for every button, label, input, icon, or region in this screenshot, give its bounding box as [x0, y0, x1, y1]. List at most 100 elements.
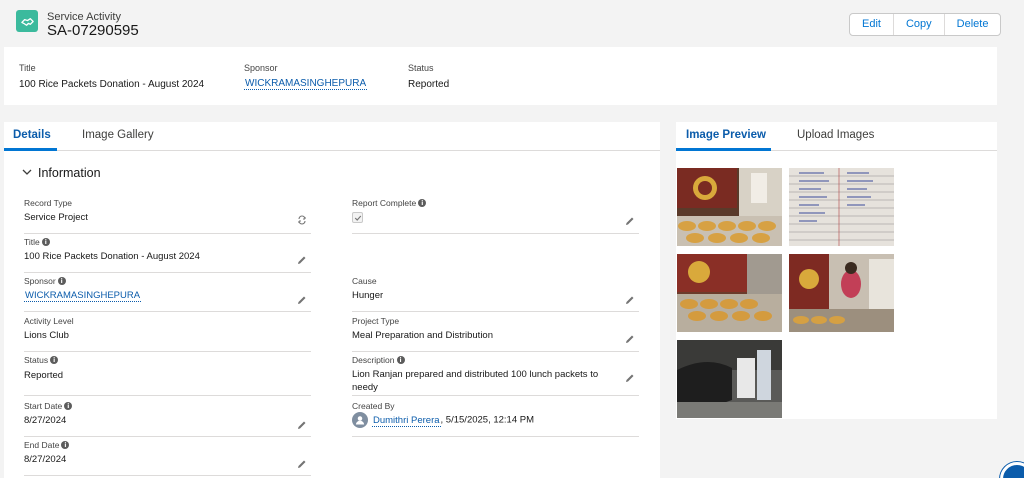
image-thumbnail[interactable]: [789, 254, 894, 332]
highlight-status-value: Reported: [408, 79, 450, 90]
pencil-icon[interactable]: [297, 253, 307, 264]
tab-upload-images[interactable]: Upload Images: [797, 129, 874, 141]
cause-value: Hunger: [352, 290, 384, 301]
handshake-icon: [16, 10, 38, 32]
highlight-sponsor-link[interactable]: WICKRAMASINGHEPURA: [244, 78, 368, 90]
status-value: Reported: [24, 370, 64, 381]
volunteers-photo-icon: [789, 254, 894, 332]
field-label: Cause: [352, 276, 377, 286]
image-thumbnail[interactable]: [677, 254, 782, 332]
record-name: SA-07290595: [47, 22, 139, 39]
pencil-icon[interactable]: [297, 293, 307, 304]
field-label: Report Complete i: [352, 198, 427, 208]
info-icon[interactable]: i: [418, 199, 427, 207]
pencil-icon[interactable]: [297, 457, 307, 468]
tab-details[interactable]: Details: [13, 129, 51, 141]
change-record-type-icon[interactable]: [297, 213, 307, 225]
field-label: Title i: [24, 237, 50, 247]
field-label: Activity Level: [24, 316, 74, 326]
sponsor-value: WICKRAMASINGHEPURA: [24, 289, 284, 302]
description-label: Description: [352, 355, 395, 365]
field-label: Created By: [352, 401, 395, 411]
image-preview-card: Image Preview Upload Images: [676, 122, 997, 419]
highlights-panel: Title 100 Rice Packets Donation - August…: [4, 47, 997, 105]
details-tabs: Details Image Gallery: [4, 122, 660, 151]
created-by-timestamp: , 5/15/2025, 12:14 PM: [440, 414, 535, 426]
report-complete-label: Report Complete: [352, 198, 417, 208]
check-icon: [354, 215, 361, 221]
highlight-status-label: Status: [408, 63, 434, 73]
field-description: Description i Lion Ranjan prepared and di…: [352, 351, 639, 396]
food-packets-photo-icon: [677, 168, 782, 246]
status-label: Status: [24, 355, 49, 365]
tab-image-gallery[interactable]: Image Gallery: [82, 129, 154, 141]
pencil-icon[interactable]: [625, 214, 635, 225]
action-button-group: Edit Copy Delete: [849, 13, 1002, 36]
food-packets-table-photo-icon: [677, 254, 782, 332]
edit-button[interactable]: Edit: [850, 14, 894, 35]
field-status: Status i Reported: [24, 351, 311, 396]
cause-label: Cause: [352, 276, 377, 286]
pencil-icon[interactable]: [625, 371, 635, 382]
highlight-title: Title 100 Rice Packets Donation - August…: [19, 63, 204, 90]
field-label: Project Type: [352, 316, 399, 326]
highlight-status: Status Reported: [408, 63, 449, 90]
pencil-icon[interactable]: [625, 332, 635, 343]
section-information-header[interactable]: Information: [22, 166, 101, 180]
field-label: Description i: [352, 355, 405, 365]
field-end-date: End Date i 8/27/2024: [24, 436, 311, 476]
section-title: Information: [38, 166, 101, 180]
handwritten-list-photo-icon: [789, 168, 894, 246]
info-icon[interactable]: i: [396, 356, 405, 364]
field-report-complete: Report Complete i: [352, 194, 639, 234]
chevron-down-icon: [22, 166, 32, 180]
info-icon[interactable]: i: [64, 402, 73, 410]
created-by-value: Dumithri Perera, 5/15/2025, 12:14 PM: [352, 412, 612, 428]
pencil-icon[interactable]: [625, 293, 635, 304]
field-created-by: Created By Dumithri Perera, 5/15/2025, 1…: [352, 397, 639, 437]
field-label: Sponsor i: [24, 276, 66, 286]
image-thumbnail[interactable]: [677, 340, 782, 418]
active-tab-indicator: [676, 148, 771, 151]
start-date-value: 8/27/2024: [24, 415, 67, 426]
report-complete-checkbox: [352, 212, 363, 223]
project-type-value: Meal Preparation and Distribution: [352, 330, 493, 341]
user-avatar-icon: [352, 412, 368, 428]
field-sponsor: Sponsor i WICKRAMASINGHEPURA: [24, 272, 311, 312]
end-date-label: End Date: [24, 440, 60, 450]
title-value: 100 Rice Packets Donation - August 2024: [24, 251, 200, 262]
sponsor-link[interactable]: WICKRAMASINGHEPURA: [24, 290, 142, 302]
help-icon[interactable]: [1000, 462, 1024, 478]
field-label: Start Date i: [24, 401, 73, 411]
pencil-icon[interactable]: [297, 418, 307, 429]
description-value: Lion Ranjan prepared and distributed 100…: [352, 369, 599, 393]
record-type-label: Record Type: [24, 198, 73, 208]
highlight-sponsor: Sponsor WICKRAMASINGHEPURA: [244, 63, 368, 90]
info-icon[interactable]: i: [57, 277, 66, 285]
field-label: Status i: [24, 355, 59, 365]
image-thumbnail[interactable]: [677, 168, 782, 246]
image-tabs: Image Preview Upload Images: [676, 122, 997, 151]
info-icon[interactable]: i: [50, 356, 59, 364]
title-label: Title: [24, 237, 40, 247]
created-by-user-link[interactable]: Dumithri Perera: [372, 414, 441, 427]
image-thumbnail[interactable]: [789, 168, 894, 246]
info-icon[interactable]: i: [61, 441, 70, 449]
copy-button[interactable]: Copy: [893, 14, 945, 35]
tab-image-preview[interactable]: Image Preview: [686, 129, 766, 141]
activity-level-value: Lions Club: [24, 330, 69, 341]
activity-level-label: Activity Level: [24, 316, 74, 326]
field-start-date: Start Date i 8/27/2024: [24, 397, 311, 437]
start-date-label: Start Date: [24, 401, 63, 411]
delete-button[interactable]: Delete: [944, 14, 1001, 35]
field-title: Title i 100 Rice Packets Donation - Augus…: [24, 233, 311, 273]
created-by-label: Created By: [352, 401, 395, 411]
info-icon[interactable]: i: [41, 238, 50, 246]
highlight-title-value: 100 Rice Packets Donation - August 2024: [19, 79, 205, 90]
record-type-value: Service Project: [24, 212, 88, 223]
field-label: End Date i: [24, 440, 70, 450]
field-record-type: Record Type Service Project: [24, 194, 311, 234]
record-header: Service Activity SA-07290595 Edit Copy D…: [0, 0, 1024, 46]
project-type-label: Project Type: [352, 316, 400, 326]
scooter-photo-icon: [677, 340, 782, 418]
